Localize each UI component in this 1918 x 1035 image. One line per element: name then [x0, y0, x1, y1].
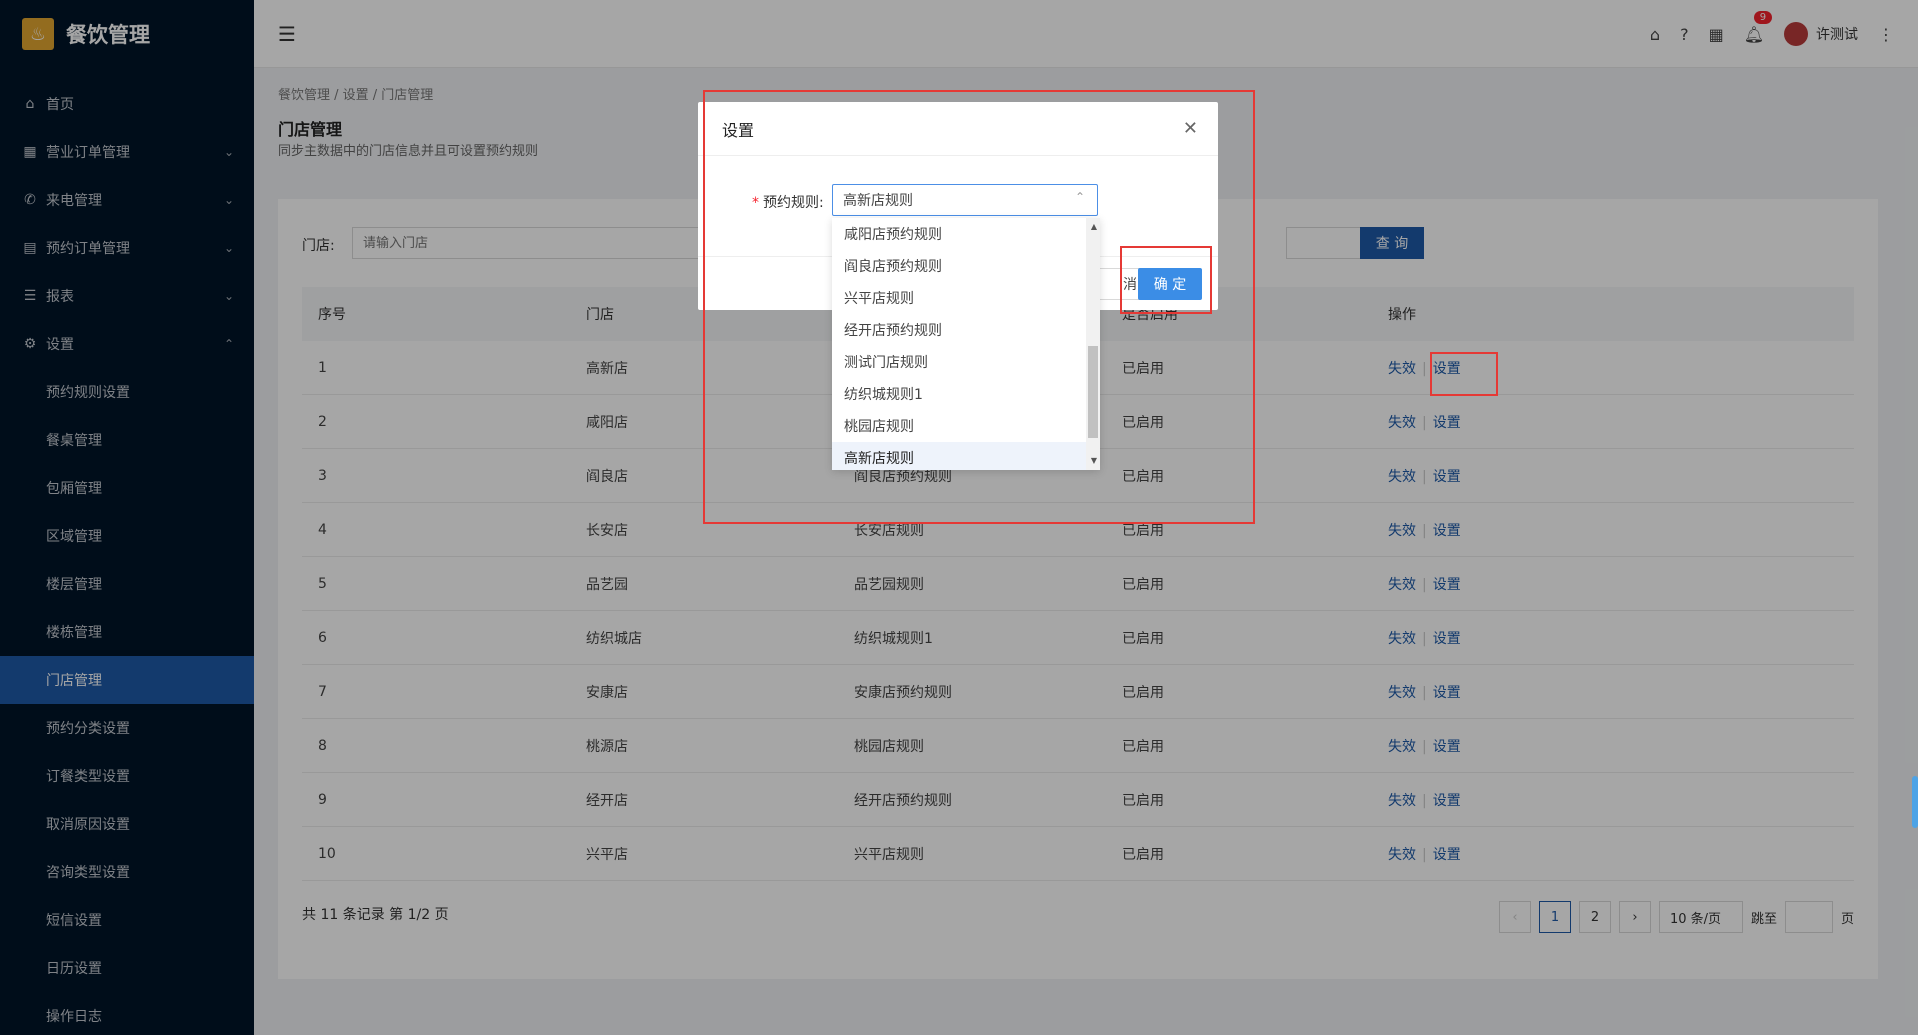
highlight-box-ok-button — [1120, 246, 1212, 314]
page-scrollbar[interactable] — [1912, 776, 1918, 828]
highlight-box-set-link — [1430, 352, 1498, 396]
